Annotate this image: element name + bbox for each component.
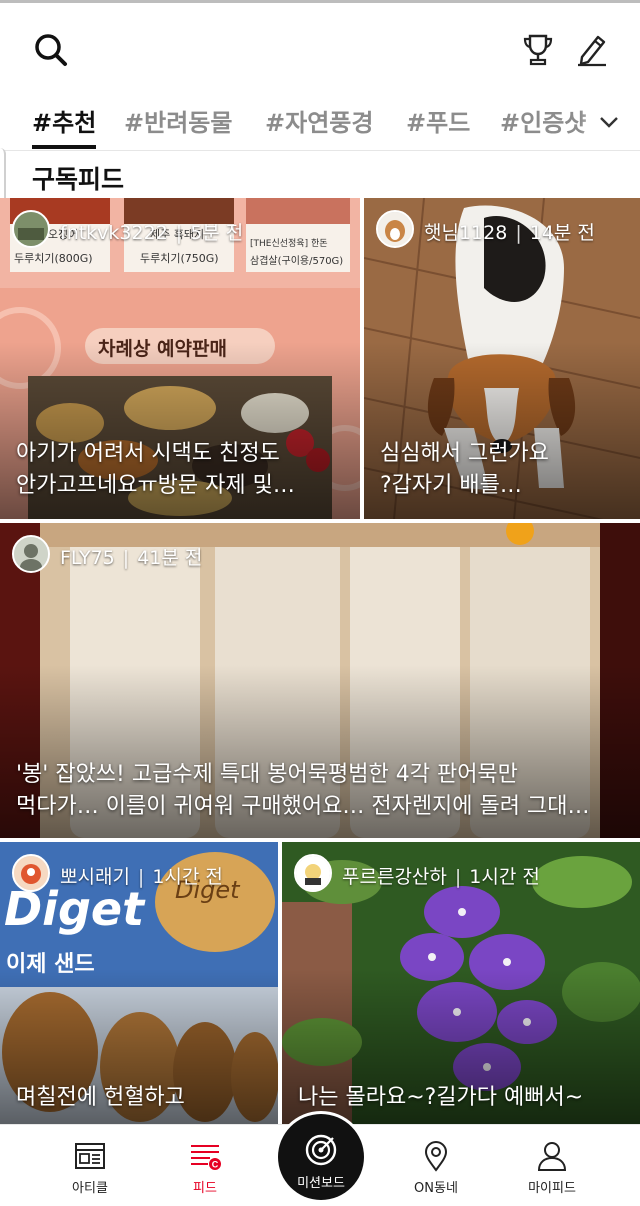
nav-neighborhood[interactable]: ON동네: [386, 1139, 486, 1196]
post-caption: 심심해서 그런가요 ?갑자기 배를…: [380, 438, 630, 502]
nav-label: ON동네: [414, 1181, 458, 1196]
image-text-p2b: 두루치기(750G): [140, 252, 219, 265]
post-meta: FLY75 | 41분 전: [60, 543, 202, 570]
post-time: 14분 전: [529, 222, 595, 244]
caption-line: 안가고프네요ㅠ방문 자제 및…: [16, 473, 295, 498]
username[interactable]: fntkvk3222: [60, 222, 168, 244]
avatar[interactable]: [376, 210, 414, 248]
avatar[interactable]: [12, 854, 50, 892]
post-caption: 아기가 어려서 시댁도 친정도 안가고프네요ㅠ방문 자제 및…: [16, 438, 346, 502]
caption-line: 심심해서 그런가요: [380, 441, 549, 466]
tab-certification[interactable]: #인증샷: [500, 103, 586, 138]
tab-recommended[interactable]: #추천: [32, 103, 96, 138]
meta-separator: |: [175, 222, 183, 244]
avatar-image: [14, 856, 48, 890]
tab-pets[interactable]: #반려동물: [124, 103, 232, 138]
caption-line: 아기가 어려서 시댁도 친정도: [16, 441, 280, 466]
avatar[interactable]: [12, 535, 50, 573]
chevron-down-icon[interactable]: [598, 111, 620, 133]
username[interactable]: FLY75: [60, 547, 115, 569]
caption-line: 나는 몰라요~?길가다 예뻐서~: [298, 1085, 584, 1110]
post-caption: 나는 몰라요~?길가다 예뻐서~: [298, 1082, 633, 1114]
article-icon: [75, 1143, 105, 1169]
post-time: 5분 전: [190, 222, 244, 244]
trophy-icon[interactable]: [520, 31, 556, 67]
nav-my-feed[interactable]: 마이피드: [502, 1139, 602, 1196]
caption-line: 며칠전에 헌혈하고: [16, 1085, 185, 1110]
nav-label: 피드: [193, 1181, 217, 1196]
image-text-p3: [THE신선정육] 한돈: [250, 239, 328, 249]
meta-separator: |: [454, 866, 462, 888]
post-meta: 푸르른강산하 | 1시간 전: [342, 862, 540, 889]
section-title: 구독피드: [32, 165, 125, 194]
username[interactable]: 뽀시래기: [60, 866, 130, 888]
caption-line: '봉' 잡았쓰! 고급수제 특대 봉어묵평범한 4각 판어묵만: [16, 762, 518, 787]
location-pin-icon: [424, 1140, 448, 1172]
nav-feed[interactable]: C 피드: [155, 1139, 255, 1196]
nav-label: 아티클: [72, 1181, 108, 1196]
svg-text:C: C: [212, 1160, 219, 1170]
tab-food[interactable]: #푸드: [406, 103, 470, 138]
meta-separator: |: [515, 222, 522, 244]
caption-line: ?갑자기 배를…: [380, 473, 522, 498]
avatar-image: [14, 537, 48, 571]
meta-separator: |: [122, 547, 130, 569]
post-time: 1시간 전: [152, 866, 223, 888]
avatar[interactable]: [294, 854, 332, 892]
person-icon: [537, 1142, 567, 1171]
search-icon[interactable]: [30, 29, 72, 71]
post-meta: 햇님1128 | 14분 전: [424, 218, 595, 245]
avatar[interactable]: [12, 210, 50, 248]
active-tab-indicator: [32, 145, 96, 149]
post-caption: 며칠전에 헌혈하고: [16, 1082, 271, 1114]
avatar-image: [378, 212, 412, 246]
username[interactable]: 햇님1128: [424, 222, 507, 244]
meta-separator: |: [137, 866, 145, 888]
tab-nature[interactable]: #자연풍경: [265, 103, 373, 138]
pencil-icon[interactable]: [574, 31, 610, 67]
feed-icon: C: [191, 1145, 221, 1170]
hashtag-tabs: #추천 #반려동물 #자연풍경 #푸드 #인증샷: [0, 95, 640, 151]
avatar-image: [14, 212, 48, 246]
top-header: [0, 3, 640, 93]
avatar-image: [296, 856, 330, 890]
post-time: 1시간 전: [469, 866, 540, 888]
username[interactable]: 푸르른강산하: [342, 866, 447, 888]
post-meta: fntkvk3222 | 5분 전: [60, 218, 243, 245]
nav-label: 마이피드: [528, 1181, 576, 1196]
feed-card[interactable]: Diget Diget 이제 샌드 뽀시래기 | 1시간 전 며칠전에 헌혈하고: [0, 842, 278, 1124]
post-caption: '봉' 잡았쓰! 고급수제 특대 봉어묵평범한 4각 판어묵만 먹다가… 이름이…: [16, 759, 631, 823]
image-text-p3b: 삼겹살(구이용/570G): [250, 256, 344, 267]
mission-board-button[interactable]: 미션보드: [278, 1114, 364, 1200]
feed-card[interactable]: 햇님1128 | 14분 전 심심해서 그런가요 ?갑자기 배를…: [364, 198, 640, 519]
caption-line: 먹다가… 이름이 귀여워 구매했어요… 전자렌지에 돌려 그대…: [16, 794, 590, 819]
post-time: 41분 전: [137, 547, 203, 569]
nav-label: 미션보드: [297, 1176, 345, 1191]
target-icon: [305, 1134, 337, 1166]
feed-card[interactable]: 칠레산 오징어 두루치기(800G) 제주 흑돼지 두루치기(750G) [TH…: [0, 198, 360, 519]
feed-card[interactable]: FLY75 | 41분 전 '봉' 잡았쓰! 고급수제 특대 봉어묵평범한 4각 판…: [0, 523, 640, 838]
post-meta: 뽀시래기 | 1시간 전: [60, 862, 223, 889]
nav-article[interactable]: 아티클: [40, 1139, 140, 1196]
image-text-p1b: 두루치기(800G): [14, 252, 93, 265]
feed-card[interactable]: 푸르른강산하 | 1시간 전 나는 몰라요~?길가다 예뻐서~: [282, 842, 640, 1124]
